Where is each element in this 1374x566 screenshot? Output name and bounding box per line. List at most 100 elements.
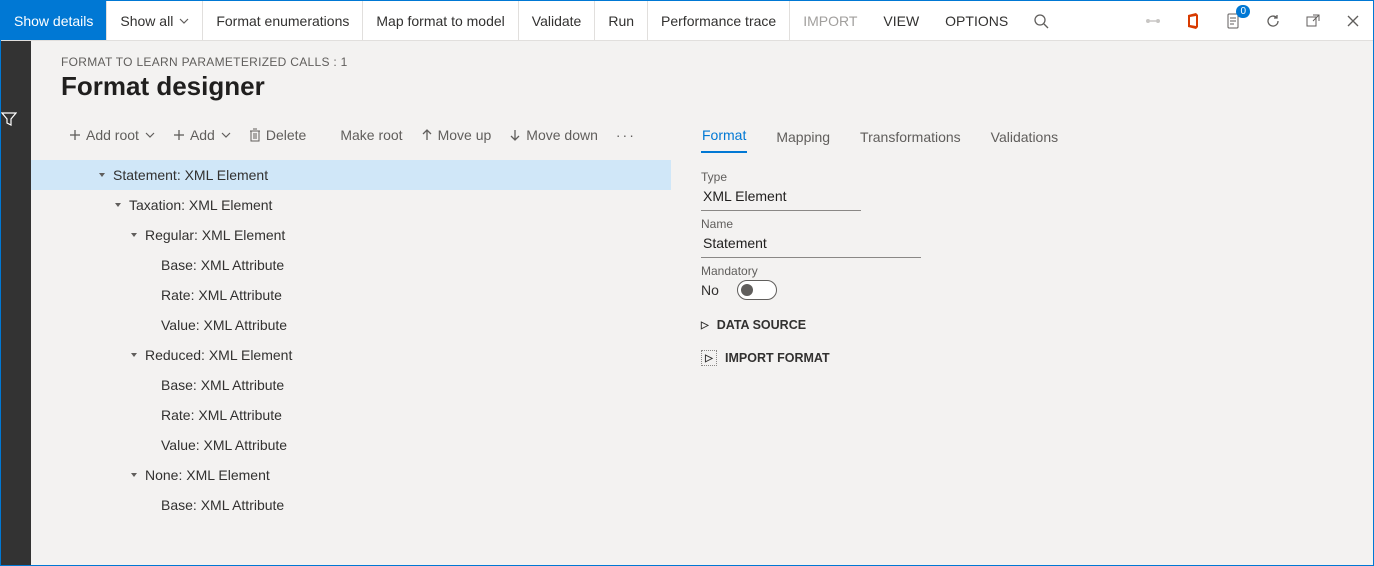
main: FORMAT TO LEARN PARAMETERIZED CALLS : 1 … xyxy=(31,41,1373,565)
tree-panel: Add root Add Delete Ma xyxy=(31,116,671,565)
tab-transformations[interactable]: Transformations xyxy=(859,129,962,153)
tree-row[interactable]: Rate: XML Attribute xyxy=(31,400,671,430)
tree-row-label: Rate: XML Attribute xyxy=(159,287,282,303)
filter-button[interactable] xyxy=(1,111,31,141)
chevron-down-icon xyxy=(179,16,189,26)
tree-row[interactable]: Base: XML Attribute xyxy=(31,490,671,520)
move-down-button[interactable]: Move down xyxy=(501,123,606,147)
format-enumerations-button[interactable]: Format enumerations xyxy=(203,1,363,40)
page-title: Format designer xyxy=(31,71,1373,116)
map-format-button[interactable]: Map format to model xyxy=(363,1,518,40)
notifications-button[interactable]: 0 xyxy=(1213,1,1253,40)
show-all-button[interactable]: Show all xyxy=(107,1,203,40)
office-icon xyxy=(1185,13,1201,29)
chevron-right-icon: ▷ xyxy=(701,350,717,366)
format-form: Type XML Element Name Statement Mandator… xyxy=(701,154,961,366)
mandatory-label: Mandatory xyxy=(701,264,961,278)
name-input[interactable]: Statement xyxy=(701,231,921,258)
type-value[interactable]: XML Element xyxy=(701,184,861,211)
tab-mapping[interactable]: Mapping xyxy=(775,129,831,153)
move-up-button[interactable]: Move up xyxy=(413,123,500,147)
tree-row-label: Value: XML Attribute xyxy=(159,317,287,333)
popout-icon xyxy=(1305,13,1321,29)
arrow-up-icon xyxy=(421,129,433,141)
search-icon xyxy=(1033,13,1049,29)
add-label: Add xyxy=(190,127,215,143)
validate-button[interactable]: Validate xyxy=(519,1,596,40)
format-tree: Statement: XML Element Taxation: XML Elem… xyxy=(31,154,671,520)
mandatory-value: No xyxy=(701,282,719,298)
filter-icon xyxy=(1,111,17,127)
details-tabs: Format Mapping Transformations Validatio… xyxy=(701,116,1373,154)
tree-row[interactable]: Rate: XML Attribute xyxy=(31,280,671,310)
tree-row-label: Base: XML Attribute xyxy=(159,377,284,393)
office-icon-button[interactable] xyxy=(1173,1,1213,40)
show-all-label: Show all xyxy=(120,13,173,29)
run-button[interactable]: Run xyxy=(595,1,648,40)
tree-row[interactable]: Base: XML Attribute xyxy=(31,250,671,280)
details-panel: Format Mapping Transformations Validatio… xyxy=(671,116,1373,565)
import-format-section[interactable]: ▷ IMPORT FORMAT xyxy=(701,350,961,366)
tree-row[interactable]: Taxation: XML Element xyxy=(31,190,671,220)
performance-trace-button[interactable]: Performance trace xyxy=(648,1,790,40)
close-button[interactable] xyxy=(1333,1,1373,40)
tree-row[interactable]: None: XML Element xyxy=(31,460,671,490)
tree-expand-icon[interactable] xyxy=(125,230,143,240)
name-label: Name xyxy=(701,217,961,231)
import-button[interactable]: IMPORT xyxy=(790,1,870,40)
tab-format[interactable]: Format xyxy=(701,127,747,153)
arrow-down-icon xyxy=(509,129,521,141)
tree-expand-icon[interactable] xyxy=(125,350,143,360)
cmdbar-spacer xyxy=(1061,1,1133,40)
tree-row[interactable]: Statement: XML Element xyxy=(31,160,671,190)
refresh-icon xyxy=(1265,13,1281,29)
add-button[interactable]: Add xyxy=(165,123,239,147)
body: FORMAT TO LEARN PARAMETERIZED CALLS : 1 … xyxy=(1,41,1373,565)
tree-row[interactable]: Value: XML Attribute xyxy=(31,310,671,340)
tree-row-label: Reduced: XML Element xyxy=(143,347,292,363)
tree-row[interactable]: Base: XML Attribute xyxy=(31,370,671,400)
tree-row-label: Taxation: XML Element xyxy=(127,197,272,213)
data-source-label: DATA SOURCE xyxy=(717,318,806,332)
make-root-button[interactable]: Make root xyxy=(332,123,410,147)
more-button[interactable]: ··· xyxy=(608,127,644,143)
refresh-button[interactable] xyxy=(1253,1,1293,40)
popout-button[interactable] xyxy=(1293,1,1333,40)
tree-row-label: None: XML Element xyxy=(143,467,270,483)
tree-row-label: Value: XML Attribute xyxy=(159,437,287,453)
delete-button[interactable]: Delete xyxy=(241,123,314,147)
tree-expand-icon[interactable] xyxy=(93,170,111,180)
tree-expand-icon[interactable] xyxy=(125,470,143,480)
tree-row[interactable]: Reduced: XML Element xyxy=(31,340,671,370)
columns: Add root Add Delete Ma xyxy=(31,116,1373,565)
notification-count-badge: 0 xyxy=(1236,5,1250,18)
trash-icon xyxy=(249,128,261,142)
tree-row[interactable]: Regular: XML Element xyxy=(31,220,671,250)
show-details-button[interactable]: Show details xyxy=(1,1,107,40)
delete-label: Delete xyxy=(266,127,306,143)
tree-row-label: Statement: XML Element xyxy=(111,167,268,183)
command-bar: Show details Show all Format enumeration… xyxy=(1,1,1373,41)
tree-row-label: Base: XML Attribute xyxy=(159,497,284,513)
type-label: Type xyxy=(701,170,961,184)
tree-toolbar: Add root Add Delete Ma xyxy=(31,116,671,154)
chevron-right-icon: ▷ xyxy=(701,320,709,331)
chevron-down-icon xyxy=(145,130,155,140)
tree-row[interactable]: Value: XML Attribute xyxy=(31,430,671,460)
data-source-section[interactable]: ▷ DATA SOURCE xyxy=(701,318,961,332)
move-up-label: Move up xyxy=(438,127,492,143)
tree-expand-icon[interactable] xyxy=(109,200,127,210)
plus-icon xyxy=(69,129,81,141)
left-rail xyxy=(1,41,31,565)
options-button[interactable]: OPTIONS xyxy=(932,1,1021,40)
search-button[interactable] xyxy=(1021,1,1061,40)
mandatory-toggle[interactable] xyxy=(737,280,777,300)
connector-icon-button[interactable] xyxy=(1133,1,1173,40)
tree-row-label: Rate: XML Attribute xyxy=(159,407,282,423)
view-button[interactable]: VIEW xyxy=(870,1,932,40)
add-root-button[interactable]: Add root xyxy=(61,123,163,147)
import-format-label: IMPORT FORMAT xyxy=(725,351,830,365)
breadcrumb: FORMAT TO LEARN PARAMETERIZED CALLS : 1 xyxy=(31,55,1373,71)
tab-validations[interactable]: Validations xyxy=(990,129,1059,153)
chevron-down-icon xyxy=(221,130,231,140)
